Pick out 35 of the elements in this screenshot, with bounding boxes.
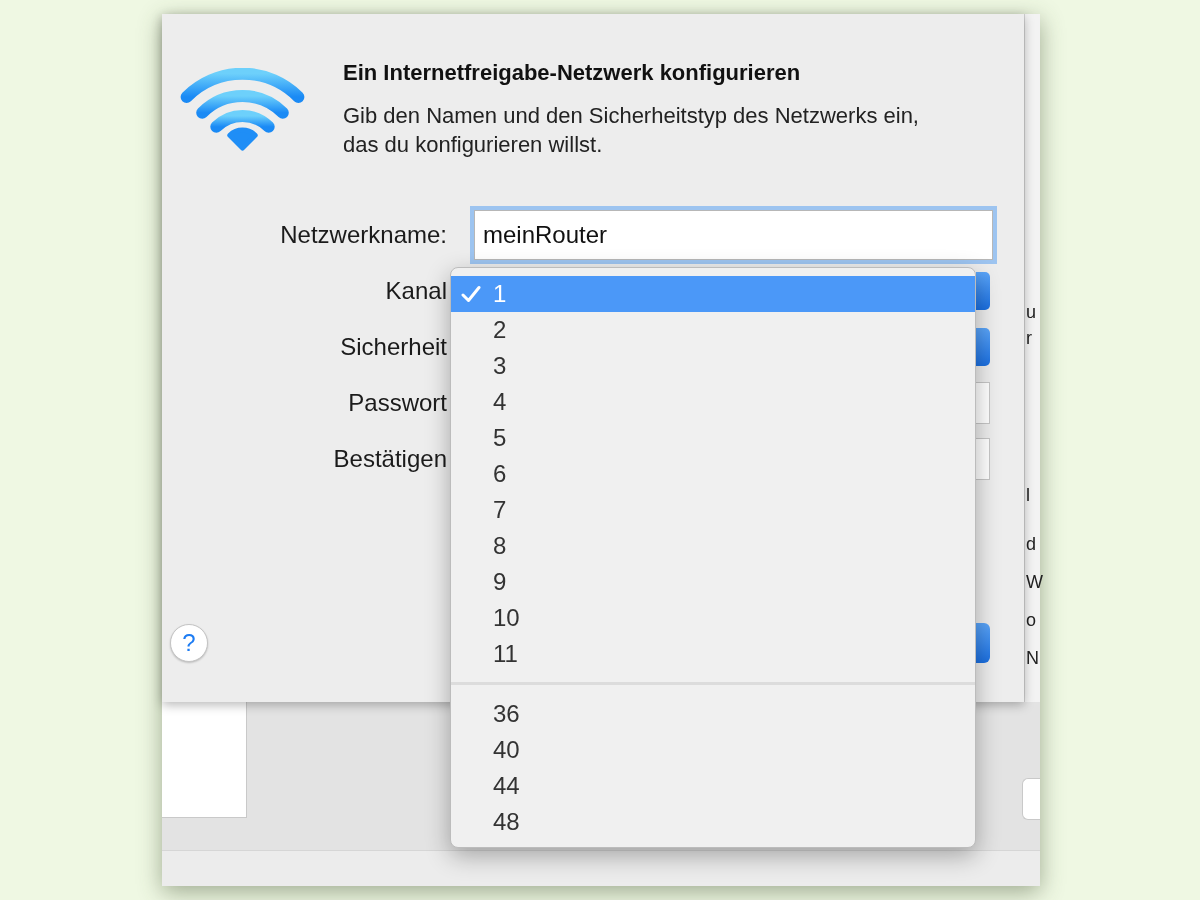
field-label: Bestätigen [333, 444, 447, 474]
background-text: r [1026, 327, 1033, 350]
text-field[interactable]: meinRouter [474, 210, 993, 260]
password-field[interactable] [976, 382, 990, 424]
menu-item[interactable]: 9 [451, 564, 975, 600]
popup-button[interactable] [976, 272, 990, 310]
field-label: Netzwerkname: [280, 220, 447, 250]
field-label: Sicherheit [340, 332, 447, 362]
menu-item[interactable]: 7 [451, 492, 975, 528]
wifi-icon [180, 68, 305, 152]
background-text: l [1026, 484, 1031, 507]
menu-item[interactable]: 4 [451, 384, 975, 420]
dialog-description: Gib den Namen und den Sicherheitstyp des Netzwerks ein, das du konfigurieren willst. [343, 102, 920, 159]
background-text: d [1026, 533, 1037, 556]
background-button[interactable] [1022, 778, 1040, 820]
help-button[interactable]: ? [170, 624, 208, 662]
menu-item[interactable]: 40 [451, 732, 975, 768]
menu-item[interactable]: 44 [451, 768, 975, 804]
menu-item[interactable]: 2 [451, 312, 975, 348]
menu-item[interactable]: 11 [451, 636, 975, 672]
background-text: o [1026, 609, 1037, 632]
menu-item[interactable]: 6 [451, 456, 975, 492]
field-label: Kanal [385, 276, 447, 306]
menu-item[interactable]: 8 [451, 528, 975, 564]
background-text: N [1026, 647, 1040, 670]
field-label: Passwort [348, 388, 447, 418]
menu-item[interactable]: 10 [451, 600, 975, 636]
menu-item[interactable]: 5 [451, 420, 975, 456]
menu-item[interactable]: 36 [451, 696, 975, 732]
popup-button[interactable] [976, 328, 990, 366]
background-text: u [1026, 301, 1037, 324]
dialog-title: Ein Internetfreigabe-Netzwerk konfigurieren [343, 59, 802, 87]
menu-item[interactable]: 48 [451, 804, 975, 840]
menu-item[interactable]: 3 [451, 348, 975, 384]
password-field[interactable] [976, 438, 990, 480]
